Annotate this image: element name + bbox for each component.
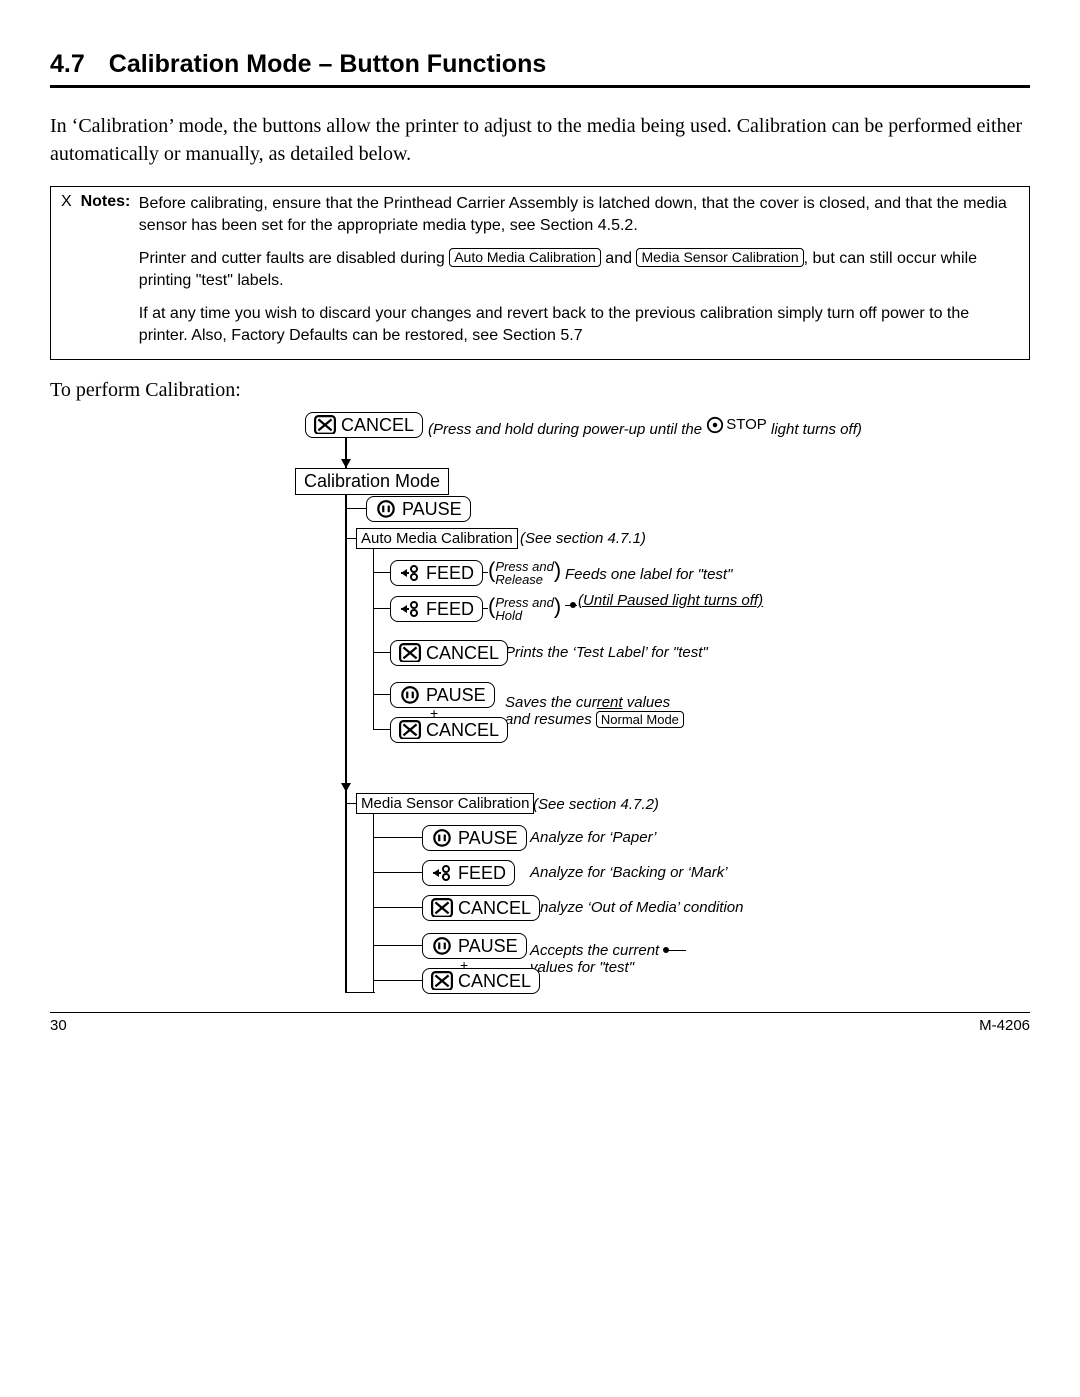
feed1-desc: Feeds one label for "test" [565, 566, 732, 583]
media-sensor-see: (See section 4.7.2) [533, 796, 659, 813]
model-number: M-4206 [979, 1017, 1030, 1034]
feed-button: FEED [390, 560, 483, 586]
feed1-paren: (Press andRelease) [488, 560, 561, 587]
notes-p3: If at any time you wish to discard your … [139, 303, 1019, 346]
normal-mode-box: Normal Mode [596, 711, 684, 728]
notes-p2: Printer and cutter faults are disabled d… [139, 248, 1019, 291]
pause-button: PAUSE [366, 496, 471, 522]
cancel-icon [399, 644, 421, 662]
feed-icon [399, 600, 421, 618]
top-note: (Press and hold during power-up until th… [428, 416, 862, 438]
notes-p1: Before calibrating, ensure that the Prin… [139, 193, 1019, 236]
accept-desc: Accepts the current values for "test" [530, 942, 659, 977]
ms-feed-desc: Analyze for ‘Backing or ‘Mark’ [530, 864, 728, 881]
cancel-icon [431, 899, 453, 917]
cancel-desc-1: Prints the ‘Test Label’ for "test" [505, 644, 708, 661]
feed2-desc: (Until Paused light turns off) [578, 592, 763, 609]
cancel-button: CANCEL [305, 412, 423, 438]
ms-pause-desc: Analyze for ‘Paper’ [530, 829, 656, 846]
notes-lead: X Notes: [61, 193, 135, 211]
notes-label: Notes: [81, 193, 131, 210]
notes-box: X Notes: Before calibrating, ensure that… [50, 186, 1030, 360]
section-heading: 4.7 Calibration Mode – Button Functions [50, 50, 1030, 88]
section-number: 4.7 [50, 50, 85, 79]
perform-label: To perform Calibration: [50, 376, 1030, 404]
feed-button-2: FEED [390, 596, 483, 622]
feed-icon [431, 864, 453, 882]
flowchart: CANCEL (Press and hold during power-up u… [210, 412, 1030, 1002]
save-desc: Saves the current values and resumes Nor… [505, 694, 684, 729]
notes-mark: X [61, 193, 72, 210]
calibration-mode-box: Calibration Mode [295, 468, 449, 495]
stop-icon [706, 416, 724, 434]
cancel-icon [399, 721, 421, 739]
media-sensor-box: Media Sensor Calibration [356, 793, 534, 814]
pause-icon [431, 829, 453, 847]
page-footer: 30 M-4206 [50, 1017, 1030, 1034]
section-title: Calibration Mode – Button Functions [109, 50, 546, 78]
pause-icon [399, 686, 421, 704]
cancel-button-4: CANCEL [422, 895, 540, 921]
auto-media-see: (See section 4.7.1) [520, 530, 646, 547]
media-sensor-btn-inline: Media Sensor Calibration [636, 248, 803, 267]
pause-icon [431, 937, 453, 955]
auto-media-box: Auto Media Calibration [356, 528, 518, 549]
feed-button-3: FEED [422, 860, 515, 886]
cancel-icon [314, 416, 336, 434]
pause-button-2: PAUSE [390, 682, 495, 708]
pause-button-4: PAUSE [422, 933, 527, 959]
feed2-paren: (Press andHold) [488, 596, 561, 623]
page-number: 30 [50, 1017, 67, 1034]
cancel-icon [431, 972, 453, 990]
footer-rule [50, 1012, 1030, 1013]
cancel-button-5: CANCEL [422, 968, 540, 994]
pause-button-3: PAUSE [422, 825, 527, 851]
ms-cancel-desc: Analyze ‘Out of Media’ condition [530, 899, 743, 916]
notes-body: Before calibrating, ensure that the Prin… [139, 193, 1019, 347]
auto-media-btn-inline: Auto Media Calibration [449, 248, 601, 267]
intro-text: In ‘Calibration’ mode, the buttons allow… [50, 112, 1030, 168]
cancel-button-3: CANCEL [390, 717, 508, 743]
feed-icon [399, 564, 421, 582]
cancel-button-2: CANCEL [390, 640, 508, 666]
pause-icon [375, 500, 397, 518]
